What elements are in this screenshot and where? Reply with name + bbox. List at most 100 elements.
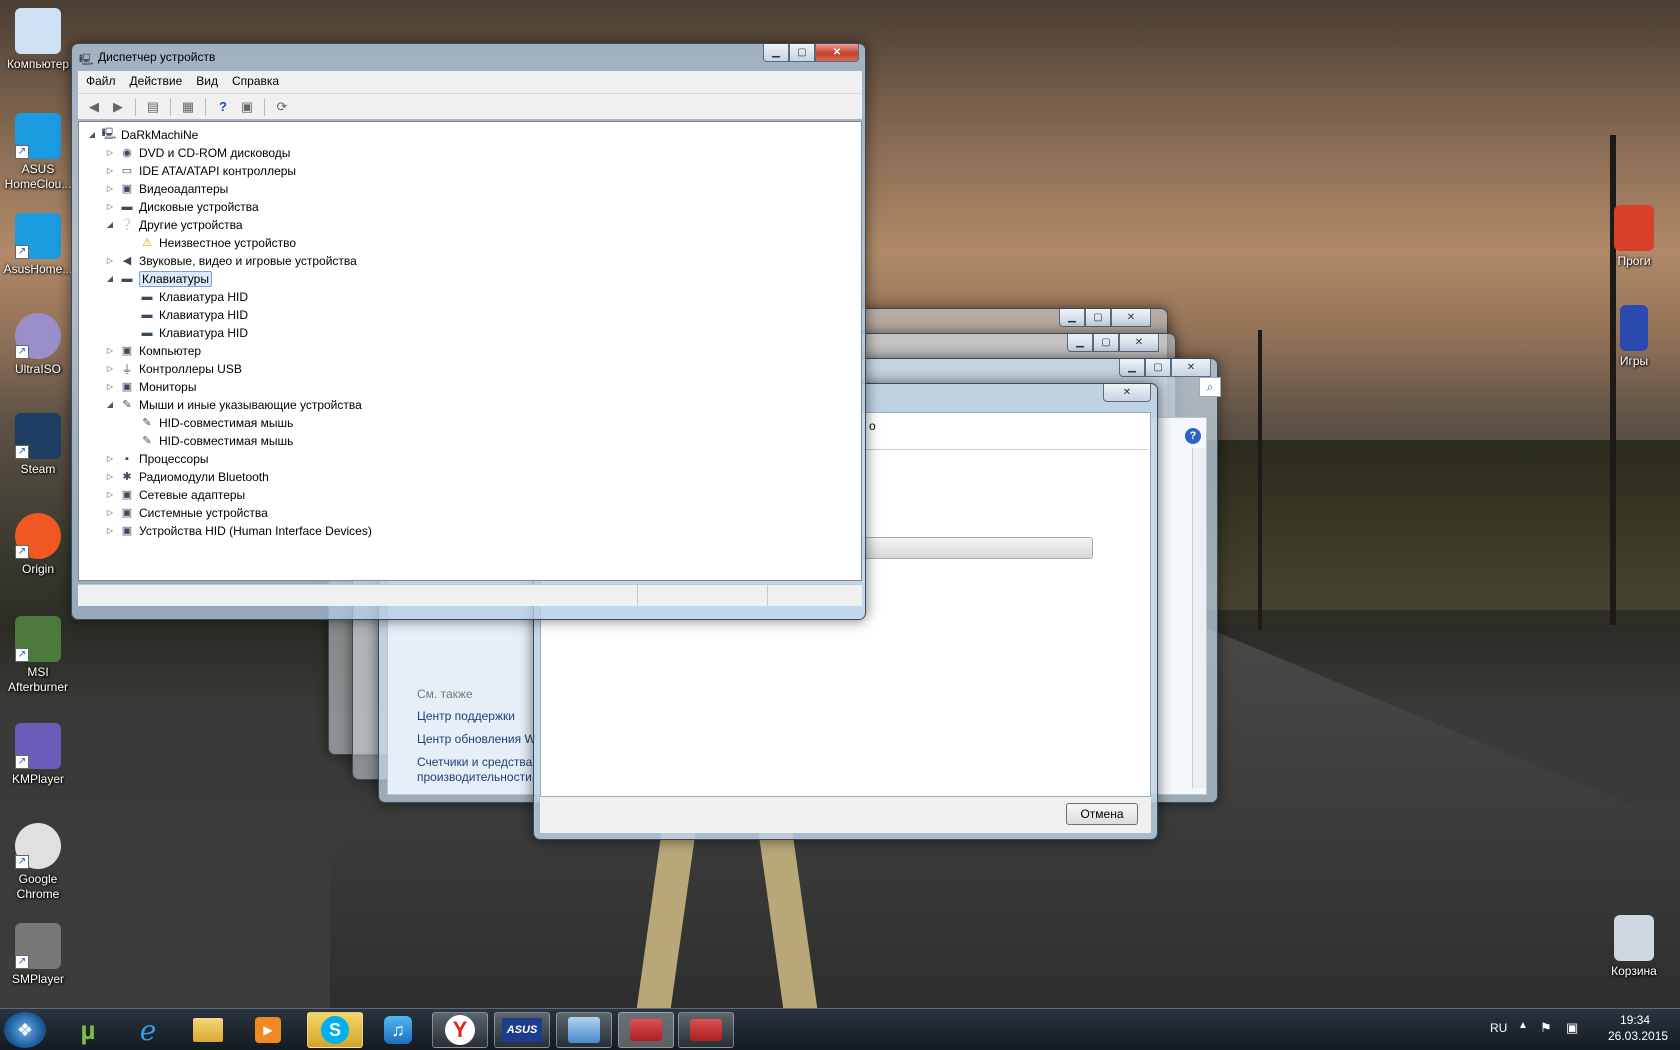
desktop-icon-origin[interactable]: ↗ Origin xyxy=(0,513,76,577)
tree-category[interactable]: ▷ ▭ IDE ATA/ATAPI контроллеры xyxy=(105,162,296,179)
tree-device[interactable]: ▬ Клавиатура HID xyxy=(125,306,249,323)
tree-category[interactable]: ▷ ▣ Системные устройства xyxy=(105,504,268,521)
close-button[interactable]: ✕ xyxy=(815,44,859,62)
tree-device[interactable]: ⚠ Неизвестное устройство xyxy=(125,234,296,251)
tree-category[interactable]: ▷ ▣ Сетевые адаптеры xyxy=(105,486,245,503)
expand-icon[interactable]: ▷ xyxy=(105,382,115,391)
maximize-button[interactable]: ▢ xyxy=(1145,359,1171,377)
expand-icon[interactable]: ▷ xyxy=(105,490,115,499)
taskbar-asus[interactable]: ASUS xyxy=(494,1012,550,1048)
tree-category[interactable]: ▷ ▬ Дисковые устройства xyxy=(105,198,259,215)
expand-icon[interactable]: ▷ xyxy=(105,166,115,175)
taskbar-yandex[interactable]: Y xyxy=(432,1012,488,1048)
tree-category[interactable]: ▷ ✱ Радиомодули Bluetooth xyxy=(105,468,269,485)
show-hide-tree-icon[interactable]: ▤ xyxy=(143,98,163,116)
tree-category[interactable]: ▷ ◉ DVD и CD-ROM дисководы xyxy=(105,144,290,161)
expand-icon[interactable]: ▷ xyxy=(105,184,115,193)
taskbar-toolbox-2[interactable] xyxy=(678,1012,734,1048)
action-center-flag-icon[interactable]: ⚑ xyxy=(1540,1020,1552,1036)
desktop-icon-afterburner[interactable]: ↗ MSI Afterburner xyxy=(0,616,76,695)
tree-category[interactable]: ▷ ⏚ Контроллеры USB xyxy=(105,360,242,377)
tree-device[interactable]: ✎ HID-совместимая мышь xyxy=(125,432,293,449)
minimize-button[interactable]: ▁ xyxy=(763,44,789,62)
scan-hardware-icon[interactable]: ⟳ xyxy=(272,98,292,116)
taskbar-itunes[interactable]: ♫ xyxy=(370,1012,426,1048)
desktop-icon-cloud[interactable]: ↗ ASUS HomeClou... xyxy=(0,113,76,192)
desktop-icon-chrome[interactable]: ↗ Google Chrome xyxy=(0,823,76,902)
expand-icon[interactable]: ▷ xyxy=(105,148,115,157)
expand-icon[interactable]: ▷ xyxy=(105,472,115,481)
tree-root[interactable]: ◢ 🖳 DaRkMachiNe xyxy=(87,126,198,143)
properties-icon[interactable]: ▦ xyxy=(178,98,198,116)
tree-category[interactable]: ▷ ▣ Устройства HID (Human Interface Device… xyxy=(105,522,372,539)
desktop-icon-folder[interactable]: Проги xyxy=(1596,205,1672,269)
collapse-icon[interactable]: ◢ xyxy=(105,220,115,229)
desktop-icon-computer[interactable]: Компьютер xyxy=(0,8,76,72)
expand-icon[interactable]: ▷ xyxy=(105,454,115,463)
tree-device[interactable]: ▬ Клавиатура HID xyxy=(125,324,249,341)
taskbar-explorer[interactable] xyxy=(180,1012,236,1048)
start-button[interactable]: ❖ xyxy=(4,1012,46,1048)
clock[interactable]: 19:34 26.03.2015 xyxy=(1608,1012,1668,1044)
back-icon[interactable]: ◀ xyxy=(84,98,104,116)
taskbar-ie[interactable]: e xyxy=(120,1012,176,1048)
link-support-center[interactable]: Центр поддержки xyxy=(417,709,515,723)
help-icon[interactable]: ? xyxy=(213,98,233,116)
tree-device[interactable]: ▬ Клавиатура HID xyxy=(125,288,249,305)
device-manager-window[interactable]: 🖳 Диспетчер устройств ▁ ▢ ✕ Файл Действи… xyxy=(71,43,866,620)
close-button[interactable]: ✕ xyxy=(1111,309,1151,327)
maximize-button[interactable]: ▢ xyxy=(789,44,815,62)
taskbar-utorrent[interactable]: µ xyxy=(60,1012,116,1048)
taskbar-media-player[interactable]: ▶ xyxy=(240,1012,296,1048)
taskbar-toolbox-1[interactable] xyxy=(618,1012,674,1048)
tree-category[interactable]: ◢ ❔ Другие устройства xyxy=(105,216,243,233)
menu-help[interactable]: Справка xyxy=(232,74,279,93)
desktop-icon-game[interactable]: Игры xyxy=(1596,305,1672,369)
menu-action[interactable]: Действие xyxy=(130,74,183,93)
desktop-icon-steam[interactable]: ↗ Steam xyxy=(0,413,76,477)
expand-icon[interactable]: ▷ xyxy=(105,346,115,355)
expand-icon[interactable]: ▷ xyxy=(105,508,115,517)
menu-view[interactable]: Вид xyxy=(196,74,218,93)
expand-icon[interactable]: ▷ xyxy=(105,256,115,265)
menu-file[interactable]: Файл xyxy=(86,74,116,93)
collapse-icon[interactable]: ◢ xyxy=(105,400,115,409)
taskbar-control-panel[interactable] xyxy=(556,1012,612,1048)
tree-category[interactable]: ▷ ▣ Видеоадаптеры xyxy=(105,180,228,197)
close-button[interactable]: ✕ xyxy=(1171,359,1211,377)
help-icon[interactable]: ? xyxy=(1185,428,1201,444)
collapse-icon[interactable]: ◢ xyxy=(87,130,97,139)
desktop-icon-smplayer[interactable]: ↗ SMPlayer xyxy=(0,923,76,987)
language-indicator[interactable]: RU xyxy=(1490,1021,1507,1035)
expand-icon[interactable]: ▷ xyxy=(105,526,115,535)
device-tree[interactable]: ◢ 🖳 DaRkMachiNe ▷ ◉ DVD и CD-ROM дисководы… xyxy=(78,121,862,581)
tree-category[interactable]: ▷ ▣ Компьютер xyxy=(105,342,201,359)
tree-device[interactable]: ✎ HID-совместимая мышь xyxy=(125,414,293,431)
desktop-icon-kmplayer[interactable]: ↗ KMPlayer xyxy=(0,723,76,787)
forward-icon[interactable]: ▶ xyxy=(108,98,128,116)
desktop-icon-cloud[interactable]: ↗ AsusHome... xyxy=(0,213,76,277)
scrollbar[interactable] xyxy=(1192,448,1206,788)
close-button[interactable]: ✕ xyxy=(1119,334,1159,352)
maximize-button[interactable]: ▢ xyxy=(1085,309,1111,327)
desktop-icon-recycle-bin[interactable]: Корзина xyxy=(1596,915,1672,979)
tree-category[interactable]: ◢ ✎ Мыши и иные указывающие устройства xyxy=(105,396,362,413)
taskbar-skype[interactable]: S xyxy=(307,1012,363,1048)
collapse-icon[interactable]: ◢ xyxy=(105,274,115,283)
expand-icon[interactable]: ▷ xyxy=(105,202,115,211)
link-performance[interactable]: Счетчики и средства производительности xyxy=(417,755,537,785)
show-hidden-icons[interactable]: ▲ xyxy=(1518,1020,1528,1031)
cancel-button[interactable]: Отмена xyxy=(1066,803,1138,825)
minimize-button[interactable]: ▁ xyxy=(1059,309,1085,327)
minimize-button[interactable]: ▁ xyxy=(1119,359,1145,377)
tree-category[interactable]: ▷ ▪ Процессоры xyxy=(105,450,209,467)
network-icon[interactable]: ▣ xyxy=(1566,1020,1578,1036)
desktop-icon-disc[interactable]: ↗ UltraISO xyxy=(0,313,76,377)
maximize-button[interactable]: ▢ xyxy=(1093,334,1119,352)
minimize-button[interactable]: ▁ xyxy=(1067,334,1093,352)
tree-category[interactable]: ◢ ▬ Клавиатуры xyxy=(105,270,212,287)
link-windows-update[interactable]: Центр обновления W xyxy=(417,732,536,746)
close-button[interactable]: ✕ xyxy=(1103,384,1151,402)
search-icon[interactable]: ⌕ xyxy=(1199,377,1221,397)
console-icon[interactable]: ▣ xyxy=(237,98,257,116)
